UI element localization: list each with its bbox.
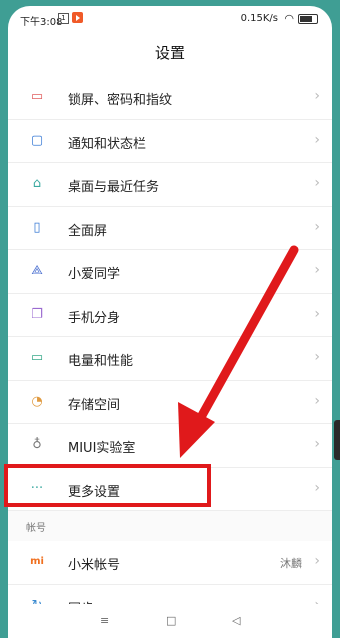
chevron-right-icon: › <box>314 131 320 148</box>
network-speed: 0.15K/s <box>240 13 278 24</box>
battery-status-icon <box>298 14 318 24</box>
status-bar: 下午3:08 1 0.15K/s ◠ <box>8 6 332 32</box>
chevron-right-icon: › <box>314 262 320 278</box>
settings-item-lockscreen[interactable]: ▭ 锁屏、密码和指纹 › <box>8 76 332 120</box>
section-label: 帐号 <box>26 523 46 534</box>
chevron-right-icon: › <box>314 392 320 409</box>
app-notification-icon <box>72 12 83 23</box>
settings-item-notifications[interactable]: ▢ 通知和状态栏 › <box>8 120 332 163</box>
settings-item-assistant[interactable]: ⟁ 小爱同学 › <box>8 250 332 294</box>
settings-item-dual-phone[interactable]: ❐ 手机分身 › <box>8 294 332 337</box>
settings-item-label: 桌面与最近任务 <box>68 180 160 195</box>
highlight-box-annotation <box>4 464 211 507</box>
settings-item-desktop[interactable]: ⌂ 桌面与最近任务 › <box>8 163 332 207</box>
navigation-bar: ≡ □ ◁ <box>8 604 332 638</box>
settings-item-storage[interactable]: ◔ 存储空间 › <box>8 381 332 424</box>
settings-item-label: 小爱同学 <box>68 267 121 282</box>
chevron-right-icon: › <box>314 436 320 452</box>
chevron-right-icon: › <box>314 218 320 235</box>
assistant-icon: ⟁ <box>31 263 43 278</box>
back-nav-button[interactable]: ◁ <box>232 614 240 627</box>
phone-frame: 下午3:08 1 0.15K/s ◠ 设置 ▭ 锁屏、密码和指纹 › ▢ 通知和… <box>0 0 340 638</box>
sim-icon: 1 <box>58 13 69 24</box>
chevron-right-icon: › <box>314 88 320 104</box>
chevron-right-icon: › <box>314 175 320 191</box>
wifi-icon: ◠ <box>284 12 294 25</box>
battery-icon: ▭ <box>30 350 44 365</box>
status-time: 下午3:08 <box>20 17 63 28</box>
account-name-value: 沐麟 <box>280 557 302 570</box>
side-button <box>334 420 340 460</box>
lock-icon: ▭ <box>30 89 44 104</box>
home-nav-button[interactable]: □ <box>166 614 176 627</box>
chevron-right-icon: › <box>314 305 320 322</box>
page-title: 设置 <box>154 44 185 62</box>
chevron-right-icon: › <box>314 553 320 569</box>
menu-nav-button[interactable]: ≡ <box>100 614 109 627</box>
settings-screen: 下午3:08 1 0.15K/s ◠ 设置 ▭ 锁屏、密码和指纹 › ▢ 通知和… <box>8 6 332 638</box>
settings-item-miui-lab[interactable]: ♁ MIUI实验室 › <box>8 424 332 468</box>
settings-item-label: 手机分身 <box>68 310 121 326</box>
section-header-account: 帐号 <box>8 511 332 541</box>
chevron-right-icon: › <box>314 479 320 496</box>
settings-item-mi-account[interactable]: mi 小米帐号 沐麟 › <box>8 541 332 585</box>
storage-icon: ◔ <box>31 393 43 409</box>
settings-item-fullscreen[interactable]: ▯ 全面屏 › <box>8 207 332 250</box>
fullscreen-icon: ▯ <box>33 219 41 235</box>
settings-item-battery[interactable]: ▭ 电量和性能 › <box>8 337 332 381</box>
home-icon: ⌂ <box>32 176 42 191</box>
settings-item-label: 电量和性能 <box>68 354 134 369</box>
settings-item-label: 锁屏、密码和指纹 <box>68 93 173 108</box>
lab-flask-icon: ♁ <box>32 437 42 452</box>
mi-logo-icon: mi <box>30 556 44 567</box>
settings-item-label: 小米帐号 <box>68 558 121 573</box>
settings-item-label: 存储空间 <box>68 397 121 413</box>
dual-phone-icon: ❐ <box>31 306 43 322</box>
settings-list: ▭ 锁屏、密码和指纹 › ▢ 通知和状态栏 › ⌂ 桌面与最近任务 › ▯ 全面… <box>8 76 332 628</box>
chevron-right-icon: › <box>314 349 320 365</box>
settings-item-label: 通知和状态栏 <box>68 136 147 152</box>
settings-item-label: MIUI实验室 <box>68 441 136 456</box>
settings-item-label: 全面屏 <box>68 223 108 239</box>
notification-icon: ▢ <box>30 132 44 148</box>
